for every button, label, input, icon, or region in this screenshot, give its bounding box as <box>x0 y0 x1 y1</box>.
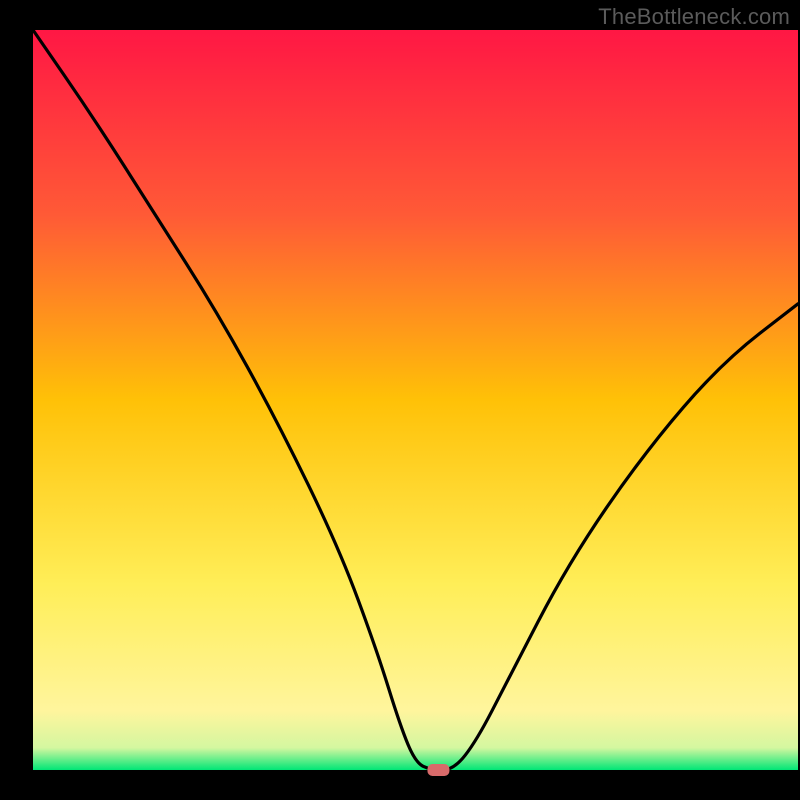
watermark-text: TheBottleneck.com <box>598 4 790 30</box>
bottleneck-chart: TheBottleneck.com <box>0 0 800 800</box>
optimal-marker <box>427 764 449 776</box>
plot-background <box>33 30 798 770</box>
chart-canvas <box>0 0 800 800</box>
